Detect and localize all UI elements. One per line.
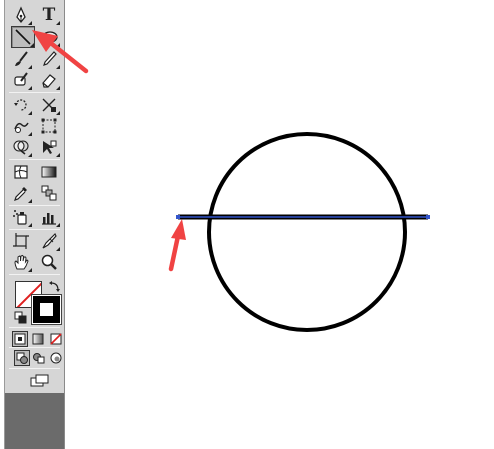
anchor-point-end[interactable] [426,215,430,219]
line-segment-shape[interactable] [176,214,430,220]
artboard-canvas[interactable] [66,0,494,449]
anchor-point-start[interactable] [176,215,180,219]
circle-shape[interactable] [207,132,407,332]
annotation-arrow-bottom [168,219,186,272]
